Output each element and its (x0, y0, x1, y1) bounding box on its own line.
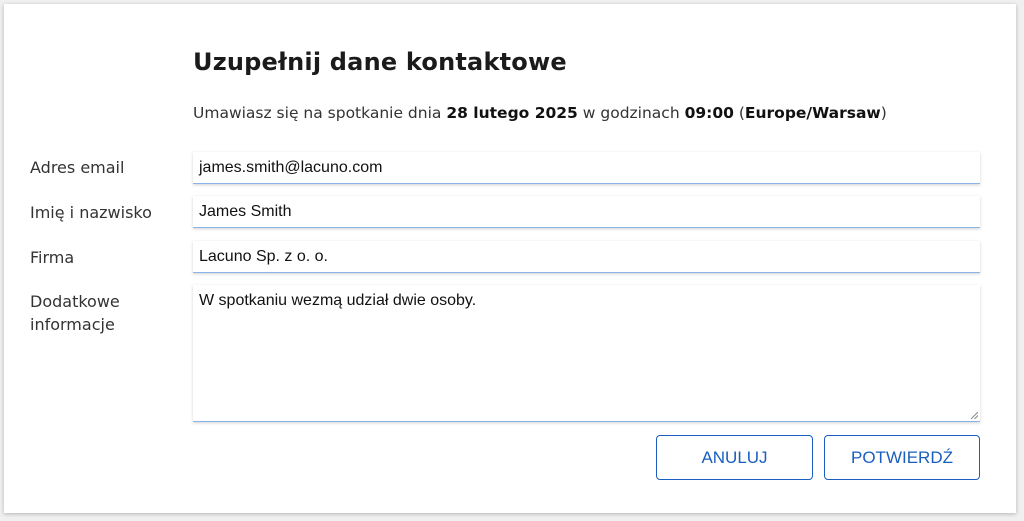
notes-label-line1: Dodatkowe (30, 292, 120, 311)
resize-handle-icon[interactable] (970, 411, 978, 419)
meeting-time: 09:00 (684, 104, 734, 122)
notes-label-line2: informacje (30, 315, 115, 334)
meeting-timezone: Europe/Warsaw (744, 104, 881, 122)
company-label: Firma (30, 248, 75, 267)
summary-prefix: Umawiasz się na spotkanie dnia (193, 104, 447, 122)
cancel-button[interactable]: ANULUJ (656, 435, 813, 480)
contact-form-card: Uzupełnij dane kontaktowe Umawiasz się n… (4, 4, 1016, 513)
company-field[interactable]: Lacuno Sp. z o. o. (193, 241, 980, 273)
email-label: Adres email (30, 158, 125, 177)
notes-value: W spotkaniu wezmą udział dwie osoby. (199, 292, 477, 309)
name-label: Imię i nazwisko (30, 203, 152, 222)
form-title: Uzupełnij dane kontaktowe (193, 48, 567, 76)
notes-label: Dodatkowe informacje (30, 290, 120, 336)
meeting-date: 28 lutego 2025 (446, 104, 578, 122)
summary-middle: w godzinach (577, 104, 685, 122)
tz-close: ) (880, 104, 887, 122)
tz-open: ( (733, 104, 745, 122)
name-field[interactable]: James Smith (193, 196, 980, 228)
meeting-summary: Umawiasz się na spotkanie dnia 28 lutego… (193, 104, 887, 122)
email-field[interactable]: james.smith@lacuno.com (193, 152, 980, 184)
notes-textarea[interactable]: W spotkaniu wezmą udział dwie osoby. (193, 285, 980, 422)
confirm-button[interactable]: POTWIERDŹ (824, 435, 980, 480)
